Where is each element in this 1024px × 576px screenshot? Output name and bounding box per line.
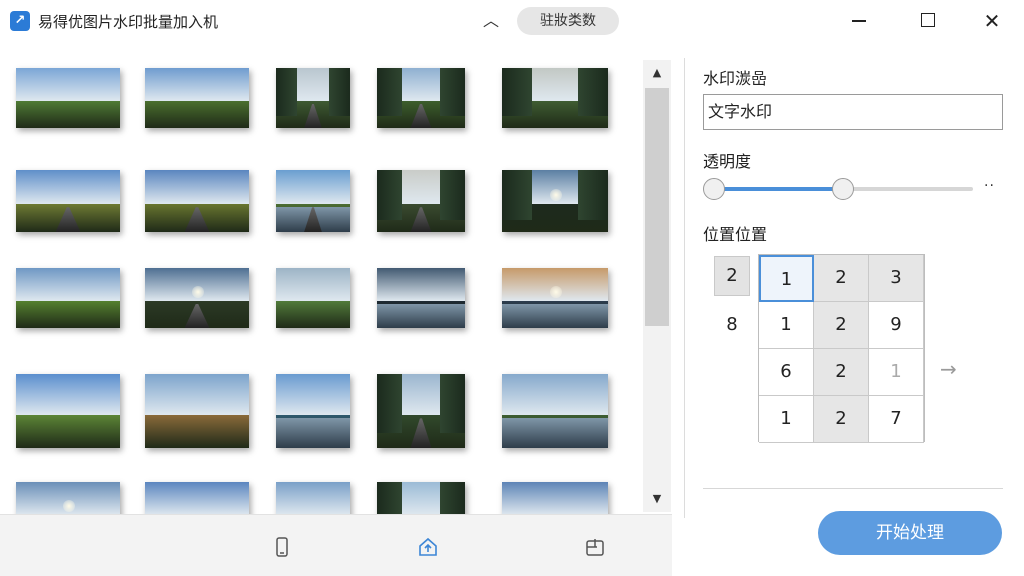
image-thumbnail[interactable]	[502, 170, 608, 232]
close-icon[interactable]: ✕	[977, 6, 1007, 36]
gallery-scrollbar[interactable]: ▲ ▼	[643, 60, 671, 512]
position-cell[interactable]: 2	[814, 302, 869, 349]
position-cell[interactable]: 1	[759, 396, 814, 443]
image-thumbnail[interactable]	[377, 170, 465, 232]
panel-divider	[684, 58, 685, 518]
image-thumbnail[interactable]	[377, 268, 465, 328]
arrow-right-icon[interactable]: →	[940, 357, 957, 381]
position-cell[interactable]: 9	[869, 302, 924, 349]
position-label: 位置位置	[703, 225, 768, 244]
opacity-label: 透明度	[703, 152, 752, 171]
image-thumbnail[interactable]	[16, 374, 120, 448]
position-cell[interactable]: 2	[814, 349, 869, 396]
chevron-up-icon[interactable]: ︿	[480, 10, 502, 32]
thumbnail-gallery	[0, 52, 642, 514]
position-cell[interactable]: 1	[759, 302, 814, 349]
folder-icon[interactable]	[583, 535, 607, 559]
position-offset-box[interactable]: 2	[714, 256, 750, 296]
image-thumbnail[interactable]	[276, 170, 350, 232]
position-cell[interactable]: 7	[869, 396, 924, 443]
image-thumbnail[interactable]	[145, 374, 249, 448]
position-cell[interactable]: 1	[869, 349, 924, 396]
minimize-icon[interactable]	[844, 6, 874, 36]
position-cell[interactable]: 1	[759, 255, 814, 302]
opacity-slider-high-handle[interactable]	[832, 178, 854, 200]
image-thumbnail[interactable]	[276, 482, 350, 514]
position-grid: 123129621127	[758, 254, 925, 443]
scroll-up-icon[interactable]: ▲	[643, 62, 671, 84]
opacity-slider-low-handle[interactable]	[703, 178, 725, 200]
watermark-text-field[interactable]: 文字水印	[703, 94, 1003, 130]
params-button[interactable]: 驻妝类数	[517, 7, 619, 35]
slider-more-icon[interactable]: ··	[984, 178, 995, 194]
position-cell[interactable]: 2	[814, 396, 869, 443]
image-thumbnail[interactable]	[502, 482, 608, 514]
image-thumbnail[interactable]	[16, 68, 120, 128]
position-offset-value: 8	[726, 314, 738, 335]
image-thumbnail[interactable]	[502, 374, 608, 448]
image-thumbnail[interactable]	[276, 68, 350, 128]
start-processing-button[interactable]: 开始处理	[818, 511, 1002, 555]
image-thumbnail[interactable]	[16, 170, 120, 232]
title-bar: ↗ 易得优图片水印批量加入机 ︿ 驻妝类数 ✕	[0, 0, 1024, 42]
image-thumbnail[interactable]	[502, 268, 608, 328]
image-thumbnail[interactable]	[276, 268, 350, 328]
position-cell[interactable]: 3	[869, 255, 924, 302]
image-thumbnail[interactable]	[377, 68, 465, 128]
position-cell[interactable]: 2	[814, 255, 869, 302]
app-logo-icon: ↗	[10, 11, 30, 31]
image-thumbnail[interactable]	[145, 482, 249, 514]
scrollbar-thumb[interactable]	[645, 88, 669, 326]
opacity-slider-fill	[713, 187, 843, 191]
watermark-label: 水印湠嵒	[703, 69, 768, 88]
scroll-down-icon[interactable]: ▼	[643, 488, 671, 510]
phone-icon[interactable]	[270, 535, 294, 559]
image-thumbnail[interactable]	[377, 482, 465, 514]
image-thumbnail[interactable]	[145, 170, 249, 232]
image-thumbnail[interactable]	[16, 482, 120, 514]
bottom-toolbar	[0, 514, 672, 576]
position-cell[interactable]: 6	[759, 349, 814, 396]
window-title: 易得优图片水印批量加入机	[38, 13, 219, 31]
image-thumbnail[interactable]	[276, 374, 350, 448]
home-upload-icon[interactable]	[416, 535, 440, 559]
panel-separator	[703, 488, 1003, 489]
image-thumbnail[interactable]	[145, 68, 249, 128]
image-thumbnail[interactable]	[16, 268, 120, 328]
image-thumbnail[interactable]	[145, 268, 249, 328]
image-thumbnail[interactable]	[502, 68, 608, 128]
maximize-icon[interactable]	[913, 6, 943, 36]
image-thumbnail[interactable]	[377, 374, 465, 448]
